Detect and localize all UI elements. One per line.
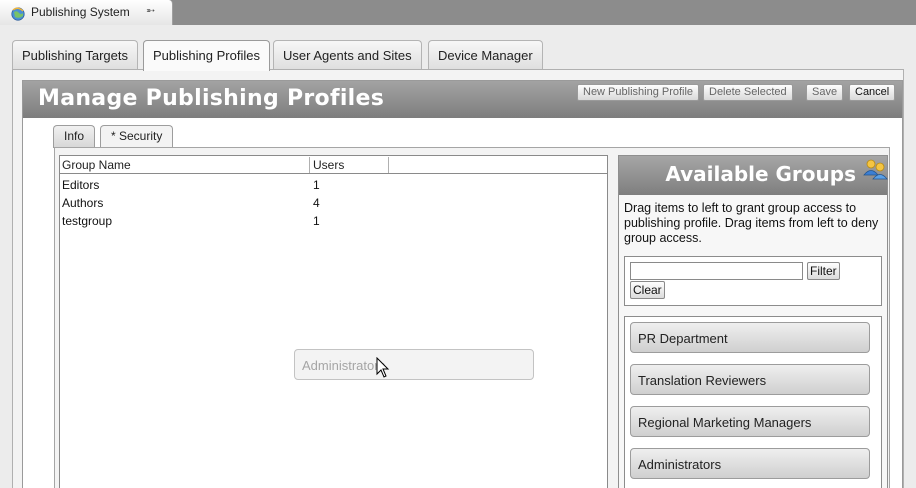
column-resize-handle[interactable] <box>309 157 310 173</box>
tab-publishing-targets[interactable]: Publishing Targets <box>12 40 138 70</box>
column-resize-handle[interactable] <box>388 157 389 173</box>
pin-icon[interactable]: ➵ <box>146 4 155 17</box>
table-row-name[interactable]: Authors <box>62 196 103 210</box>
group-item-pr-department[interactable]: PR Department <box>630 322 870 353</box>
panel-title: Manage Publishing Profiles <box>38 86 385 111</box>
table-row-users: 1 <box>313 178 320 192</box>
assigned-groups-grid[interactable] <box>59 155 608 488</box>
group-item-regional-marketing-managers[interactable]: Regional Marketing Managers <box>630 406 870 437</box>
available-groups-header: Available Groups <box>619 156 887 195</box>
column-header-group-name[interactable]: Group Name <box>62 158 131 172</box>
app-tab-title: Publishing System <box>31 5 130 19</box>
table-row-users: 4 <box>313 196 320 210</box>
app-tab-publishing-system[interactable]: Publishing System ➵ <box>0 0 173 26</box>
table-row-name[interactable]: Editors <box>62 178 99 192</box>
tab-device-manager[interactable]: Device Manager <box>428 40 543 70</box>
drag-proxy-group[interactable]: Administrators <box>294 349 534 380</box>
column-header-users[interactable]: Users <box>313 158 344 172</box>
globe-icon <box>11 7 25 21</box>
clear-button[interactable]: Clear <box>630 281 665 299</box>
group-filter-input[interactable] <box>630 262 803 280</box>
drag-proxy-label: Administrators <box>302 358 386 373</box>
users-group-icon <box>863 159 888 180</box>
new-publishing-profile-button[interactable]: New Publishing Profile <box>577 84 700 101</box>
available-groups-title: Available Groups <box>665 162 856 186</box>
tab-security[interactable]: * Security <box>100 125 174 148</box>
tab-publishing-profiles[interactable]: Publishing Profiles <box>143 40 270 71</box>
filter-button[interactable]: Filter <box>807 262 840 280</box>
mouse-pointer-icon <box>376 357 390 378</box>
tab-info[interactable]: Info <box>53 125 96 148</box>
group-item-administrators[interactable]: Administrators <box>630 448 870 479</box>
cancel-button[interactable]: Cancel <box>849 84 896 101</box>
group-item-translation-reviewers[interactable]: Translation Reviewers <box>630 364 870 395</box>
save-button[interactable]: Save <box>806 84 844 101</box>
tab-user-agents-and-sites[interactable]: User Agents and Sites <box>273 40 422 70</box>
available-groups-instructions: Drag items to left to grant group access… <box>624 201 879 245</box>
delete-selected-button[interactable]: Delete Selected <box>703 84 793 101</box>
table-row-name[interactable]: testgroup <box>62 214 112 228</box>
table-row-users: 1 <box>313 214 320 228</box>
